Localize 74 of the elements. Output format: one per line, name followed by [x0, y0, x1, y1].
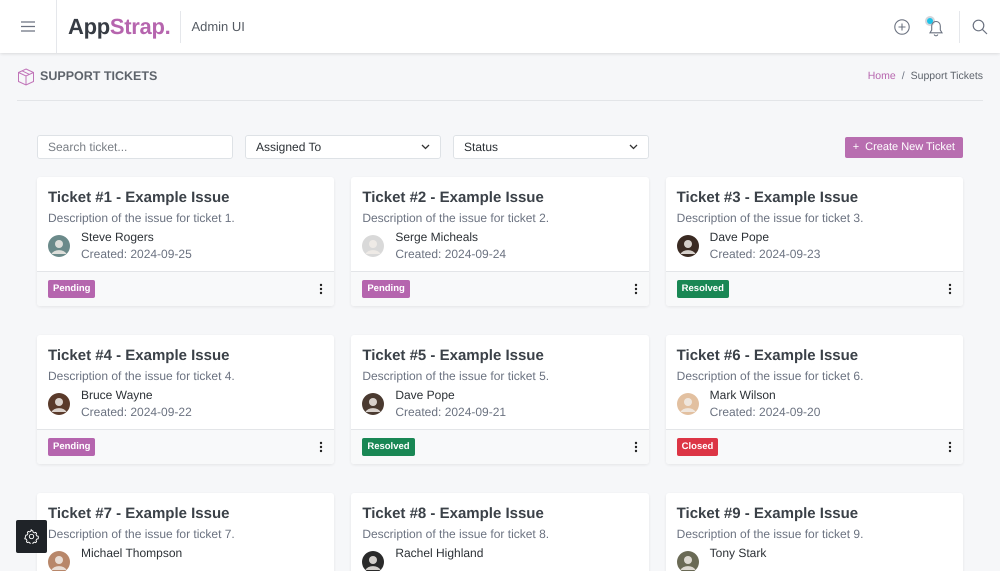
more-options-icon[interactable]	[948, 441, 952, 453]
create-ticket-button[interactable]: + Create New Ticket	[844, 136, 963, 158]
ticket-description: Description of the issue for ticket 5.	[362, 368, 550, 385]
ticket-title[interactable]: Ticket #6 - Example Issue	[676, 346, 952, 366]
ticket-title[interactable]: Ticket #1 - Example Issue	[48, 188, 324, 208]
more-options-icon[interactable]	[634, 441, 638, 453]
chevron-down-icon	[629, 144, 638, 150]
assignee-name: Steve Rogers	[81, 229, 155, 246]
status-badge: Resolved	[676, 280, 729, 298]
assignee-name: Bruce Wayne	[81, 387, 154, 404]
ticket-description: Description of the issue for ticket 6.	[676, 368, 864, 385]
avatar-icon	[48, 235, 70, 257]
ticket-description: Description of the issue for ticket 3.	[676, 210, 864, 227]
more-options-icon[interactable]	[634, 283, 638, 295]
menu-icon[interactable]	[21, 21, 35, 32]
created-date: Created: 2024-09-21	[395, 404, 506, 421]
ticket-description: Description of the issue for ticket 9.	[676, 526, 864, 543]
assignee-name: Tony Stark	[710, 545, 766, 562]
page-title: SUPPORT TICKETS	[40, 68, 158, 86]
avatar-icon	[362, 393, 384, 415]
status-badge: Pending	[48, 280, 96, 298]
created-date: Created: 2024-09-20	[710, 404, 820, 421]
created-date: Created: 2024-09-24	[395, 246, 506, 263]
assignee-name: Serge Micheals	[395, 229, 480, 246]
assignee-name: Dave Pope	[710, 229, 770, 246]
breadcrumb-separator: /	[902, 68, 905, 84]
created-date: Created: 2024-09-25	[81, 246, 192, 263]
ticket-description: Description of the issue for ticket 7.	[48, 526, 236, 543]
ticket-title[interactable]: Ticket #2 - Example Issue	[362, 188, 638, 208]
ticket-description: Description of the issue for ticket 1.	[48, 210, 236, 227]
ticket-title[interactable]: Ticket #7 - Example Issue	[48, 504, 324, 524]
bell-icon	[928, 20, 944, 38]
more-options-icon[interactable]	[319, 441, 324, 453]
avatar-icon	[48, 393, 70, 415]
ticket-description: Description of the issue for ticket 4.	[48, 368, 236, 385]
created-date: Created: 2024-09-22	[81, 404, 192, 421]
search-icon[interactable]	[972, 18, 988, 34]
created-date: Created: 2024-09-23	[710, 246, 820, 263]
assignee-name: Mark Wilson	[710, 387, 777, 404]
avatar-icon	[676, 235, 699, 257]
notifications-button[interactable]	[925, 16, 945, 38]
add-icon[interactable]	[894, 18, 910, 34]
box-icon	[17, 68, 35, 86]
settings-button[interactable]	[16, 520, 47, 553]
status-badge: Pending	[48, 438, 96, 456]
assignee-name: Dave Pope	[395, 387, 456, 404]
status-badge: Pending	[362, 280, 410, 298]
ticket-description: Description of the issue for ticket 2.	[362, 210, 550, 227]
dropdown-field[interactable]: Status	[453, 135, 649, 159]
avatar-icon	[676, 551, 699, 571]
ticket-description: Description of the issue for ticket 8.	[362, 526, 550, 543]
ticket-title[interactable]: Ticket #4 - Example Issue	[48, 346, 324, 366]
app-subtitle: Admin UI	[191, 18, 245, 36]
status-badge: Resolved	[362, 438, 415, 456]
ticket-title[interactable]: Ticket #5 - Example Issue	[362, 346, 638, 366]
status-badge: Closed	[676, 438, 718, 456]
ticket-title[interactable]: Ticket #8 - Example Issue	[362, 504, 638, 524]
breadcrumb-link[interactable]: Home	[868, 68, 896, 84]
avatar-icon	[362, 551, 384, 571]
avatar-icon	[48, 551, 70, 571]
ticket-title[interactable]: Ticket #3 - Example Issue	[676, 188, 952, 208]
more-options-icon[interactable]	[319, 283, 324, 295]
assignee-name: Rachel Highland	[395, 545, 484, 562]
assignee-name: Michael Thompson	[81, 545, 182, 562]
avatar-icon	[676, 393, 699, 415]
logo: AppStrap.	[68, 13, 170, 41]
search-field[interactable]: Search ticket...	[37, 135, 233, 159]
more-options-icon[interactable]	[948, 283, 952, 295]
settings-icon	[24, 529, 39, 544]
breadcrumb-current: Support Tickets	[910, 68, 983, 84]
chevron-down-icon	[421, 144, 430, 150]
ticket-title[interactable]: Ticket #9 - Example Issue	[676, 504, 952, 524]
dropdown-field[interactable]: Assigned To	[245, 135, 441, 159]
avatar-icon	[362, 235, 384, 257]
